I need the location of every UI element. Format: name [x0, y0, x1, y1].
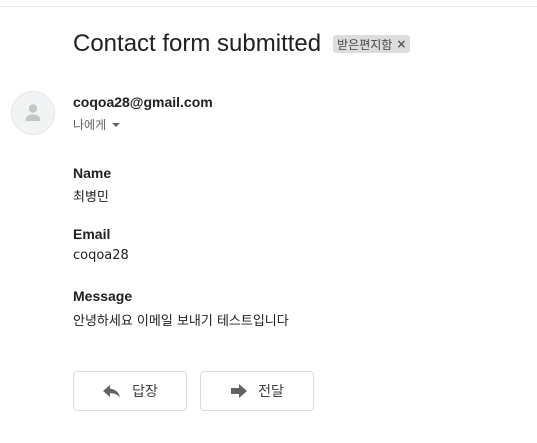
person-icon: [25, 104, 41, 121]
reply-label: 답장: [132, 384, 158, 400]
message-field-value: 안녕하세요 이메일 보내기 테스트입니다: [73, 314, 289, 329]
email-field-value: coqoa28: [73, 248, 129, 263]
recipient-line[interactable]: 나에게: [73, 116, 121, 133]
forward-label: 전달: [258, 384, 284, 400]
sender-email[interactable]: coqoa28@gmail.com: [73, 94, 213, 110]
forward-icon: [230, 383, 248, 399]
message-field-label: Message: [73, 288, 133, 304]
caret-down-icon[interactable]: [112, 122, 121, 127]
name-field-label: Name: [73, 165, 112, 181]
recipient-text: 나에게: [73, 118, 107, 132]
header-divider: [0, 6, 537, 7]
forward-button[interactable]: 전달: [200, 371, 314, 411]
email-subject: Contact form submitted: [73, 30, 322, 57]
email-field-label: Email: [73, 226, 111, 242]
sender-avatar[interactable]: [11, 91, 55, 135]
inbox-label-text: 받은편지함: [337, 37, 393, 52]
reply-icon: [102, 383, 122, 399]
reply-button[interactable]: 답장: [73, 371, 187, 411]
remove-label-icon[interactable]: ×: [396, 37, 406, 51]
inbox-label-chip[interactable]: 받은편지함 ×: [333, 35, 411, 53]
subject-row: Contact form submitted 받은편지함 ×: [73, 30, 411, 58]
name-field-value: 최병민: [73, 190, 109, 205]
